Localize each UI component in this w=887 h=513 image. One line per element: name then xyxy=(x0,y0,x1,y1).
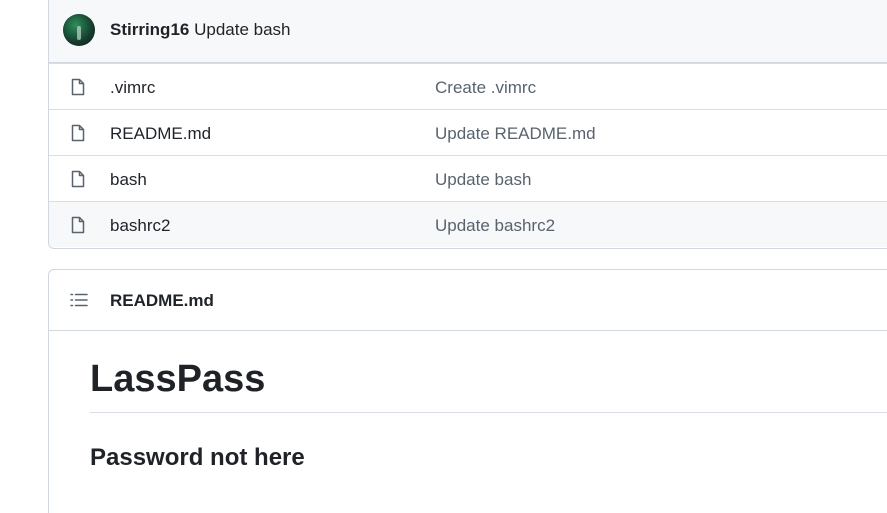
file-name-link[interactable]: .vimrc xyxy=(110,78,155,98)
file-name-link[interactable]: bash xyxy=(110,170,147,190)
file-icon xyxy=(71,78,85,96)
file-icon xyxy=(71,124,85,142)
file-commit-link[interactable]: Create .vimrc xyxy=(435,78,536,98)
readme-heading: LassPass xyxy=(90,331,887,413)
file-row[interactable]: README.md Update README.md xyxy=(49,109,887,155)
page: Stirring16 Update bash .vimrc Create .vi… xyxy=(0,0,887,513)
commit-message-link[interactable]: Update bash xyxy=(194,20,290,39)
file-icon xyxy=(71,170,85,188)
file-row[interactable]: bash Update bash xyxy=(49,155,887,201)
file-browser: Stirring16 Update bash .vimrc Create .vi… xyxy=(48,0,887,249)
commit-author-link[interactable]: Stirring16 xyxy=(110,20,189,39)
file-row[interactable]: bashrc2 Update bashrc2 xyxy=(49,201,887,247)
file-row[interactable]: .vimrc Create .vimrc xyxy=(49,63,887,109)
file-commit-link[interactable]: Update README.md xyxy=(435,124,596,144)
file-name-link[interactable]: bashrc2 xyxy=(110,216,170,236)
file-icon xyxy=(71,216,85,234)
file-name-link[interactable]: README.md xyxy=(110,124,211,144)
readme-panel: README.md LassPass Password not here xyxy=(48,269,887,513)
readme-content: LassPass Password not here xyxy=(90,331,887,473)
file-commit-link[interactable]: Update bashrc2 xyxy=(435,216,555,236)
latest-commit-header: Stirring16 Update bash xyxy=(49,0,887,63)
list-icon[interactable] xyxy=(70,293,88,307)
readme-header: README.md xyxy=(49,270,887,331)
readme-subheading: Password not here xyxy=(90,444,305,471)
file-commit-link[interactable]: Update bash xyxy=(435,170,531,190)
latest-commit-text: Stirring16 Update bash xyxy=(110,20,291,40)
author-avatar[interactable] xyxy=(63,14,95,46)
readme-title[interactable]: README.md xyxy=(110,291,214,311)
